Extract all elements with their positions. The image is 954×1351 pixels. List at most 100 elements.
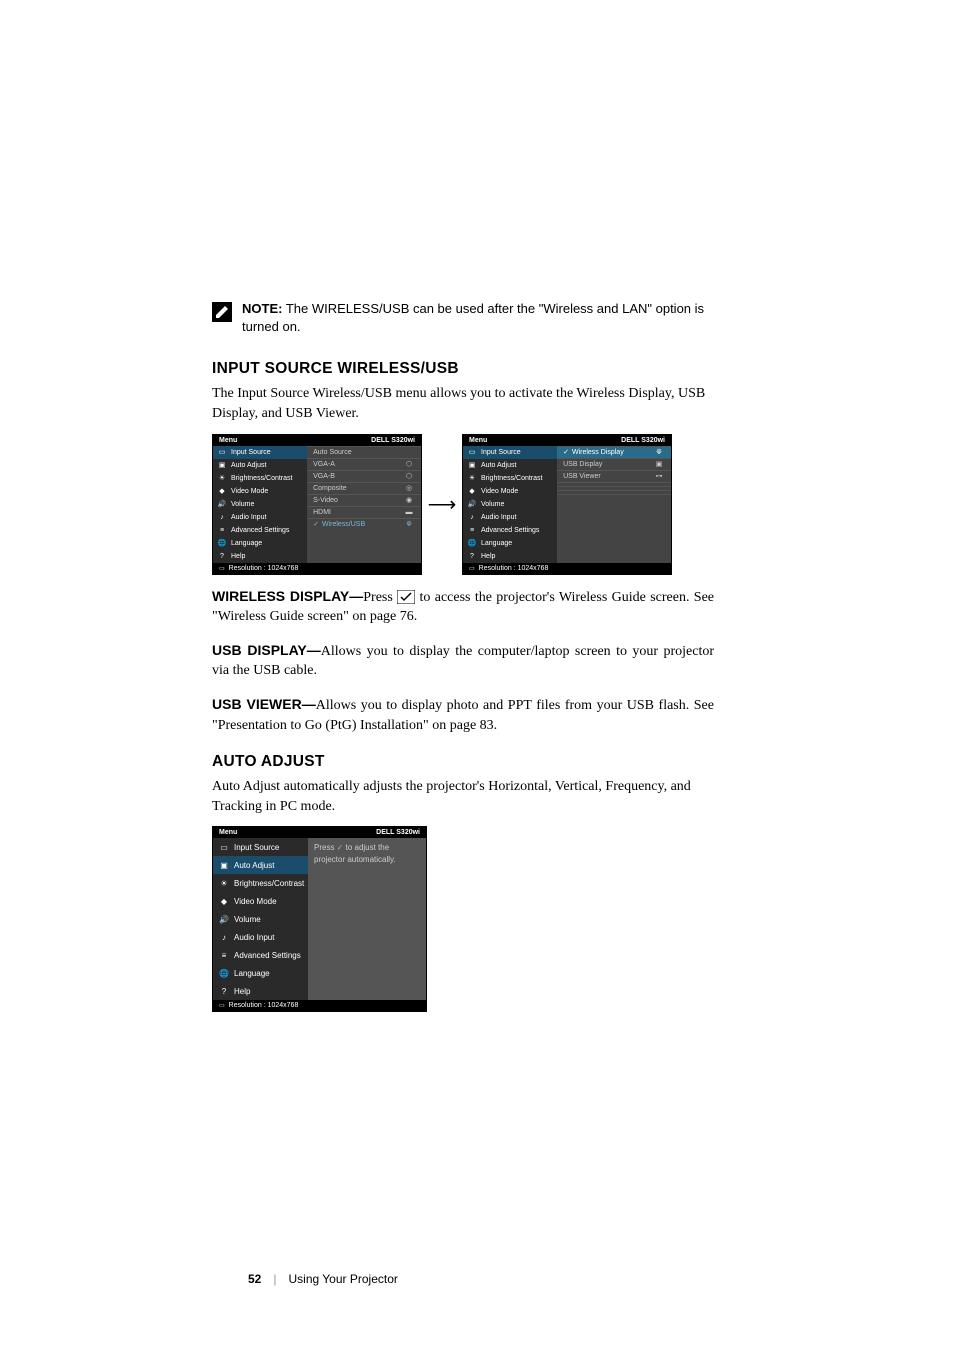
arrow-right-icon: ⟶ — [422, 492, 462, 517]
def-wireless-display: WIRELESS DISPLAY—Press to access the pro… — [212, 587, 714, 627]
osd-menu-auto-adjust: Menu DELL S320wi ▭Input Source ▣Auto Adj… — [212, 826, 427, 1012]
osd-menu-input-source: Menu DELL S320wi ▭Input Source ▣Auto Adj… — [212, 434, 422, 575]
check-button-icon — [397, 590, 415, 604]
pencil-note-icon — [212, 302, 232, 322]
menu-item-help: ?Help — [213, 982, 308, 1000]
option-vga-a: VGA-A⬡ — [307, 458, 421, 470]
wireless-icon: ⟱ — [653, 448, 665, 456]
vga-icon: ⬡ — [403, 460, 415, 468]
menu-model: DELL S320wi — [371, 437, 415, 444]
menu-item-audio-input: ♪Audio Input — [463, 511, 557, 524]
menu-title: Menu — [219, 829, 237, 836]
volume-icon: 🔊 — [218, 913, 230, 925]
menu-model: DELL S320wi — [621, 437, 665, 444]
option-svideo: S-Video◉ — [307, 494, 421, 506]
option-wireless-display: ✓Wireless Display⟱ — [557, 446, 671, 458]
settings-icon: ≡ — [467, 525, 477, 535]
globe-icon: 🌐 — [467, 538, 477, 548]
menu-item-language: 🌐Language — [463, 537, 557, 550]
option-vga-b: VGA-B⬡ — [307, 470, 421, 482]
menu-item-brightness: ☀Brightness/Contrast — [213, 874, 308, 892]
globe-icon: 🌐 — [217, 538, 227, 548]
auto-adjust-instruction: Press ✓ to adjust the projector automati… — [308, 838, 426, 868]
footer-divider: | — [273, 1272, 276, 1286]
audio-icon: ♪ — [467, 512, 477, 522]
option-wireless-usb: ✓Wireless/USB⟱ — [307, 518, 421, 530]
menu-item-input-source: ▭Input Source — [213, 446, 307, 459]
menu-item-input-source: ▭Input Source — [463, 446, 557, 459]
help-icon: ? — [217, 551, 227, 561]
option-hdmi: HDMI▬ — [307, 506, 421, 518]
osd-menu-wireless-usb: Menu DELL S320wi ▭Input Source ▣Auto Adj… — [462, 434, 672, 575]
menu-item-brightness: ☀Brightness/Contrast — [463, 472, 557, 485]
note-text: NOTE: The WIRELESS/USB can be used after… — [242, 300, 714, 336]
menu-footer: ▭Resolution : 1024x768 — [213, 563, 421, 574]
menu-item-advanced: ≡Advanced Settings — [213, 946, 308, 964]
volume-icon: 🔊 — [217, 499, 227, 509]
option-composite: Composite◎ — [307, 482, 421, 494]
adjust-icon: ▣ — [467, 460, 477, 470]
brightness-icon: ☀ — [218, 877, 230, 889]
option-usb-viewer: USB Viewer⊶ — [557, 470, 671, 482]
menu-item-audio-input: ♪Audio Input — [213, 928, 308, 946]
menu-footer: ▭Resolution : 1024x768 — [213, 1000, 426, 1011]
globe-icon: 🌐 — [218, 967, 230, 979]
menu-item-video-mode: ◆Video Mode — [213, 485, 307, 498]
adjust-icon: ▣ — [218, 859, 230, 871]
menu-item-advanced: ≡Advanced Settings — [463, 524, 557, 537]
menu-item-volume: 🔊Volume — [213, 498, 307, 511]
video-icon: ◆ — [218, 895, 230, 907]
menu-title: Menu — [219, 437, 237, 444]
menu-item-auto-adjust: ▣Auto Adjust — [213, 856, 308, 874]
video-icon: ◆ — [467, 486, 477, 496]
help-icon: ? — [218, 985, 230, 997]
menu-item-language: 🌐Language — [213, 537, 307, 550]
menu-item-volume: 🔊Volume — [213, 910, 308, 928]
section-intro-input-source: The Input Source Wireless/USB menu allow… — [212, 384, 714, 423]
audio-icon: ♪ — [217, 512, 227, 522]
input-icon: ▭ — [217, 447, 227, 457]
settings-icon: ≡ — [218, 949, 230, 961]
adjust-icon: ▣ — [217, 460, 227, 470]
video-icon: ◆ — [217, 486, 227, 496]
menu-item-volume: 🔊Volume — [463, 498, 557, 511]
menu-item-help: ?Help — [463, 550, 557, 563]
section-intro-auto-adjust: Auto Adjust automatically adjusts the pr… — [212, 777, 714, 816]
menu-model: DELL S320wi — [376, 829, 420, 836]
hdmi-icon: ▬ — [403, 508, 415, 516]
page-number: 52 — [248, 1272, 261, 1286]
footer-section: Using Your Projector — [288, 1272, 397, 1286]
menu-item-brightness: ☀Brightness/Contrast — [213, 472, 307, 485]
def-usb-display: USB DISPLAY—Allows you to display the co… — [212, 641, 714, 681]
wireless-icon: ⟱ — [403, 520, 415, 528]
svideo-icon: ◉ — [403, 496, 415, 504]
menu-item-language: 🌐Language — [213, 964, 308, 982]
menu-footer: ▭Resolution : 1024x768 — [463, 563, 671, 574]
section-heading-auto-adjust: AUTO ADJUST — [212, 753, 714, 771]
menu-item-video-mode: ◆Video Mode — [463, 485, 557, 498]
page-footer: 52 | Using Your Projector — [248, 1272, 398, 1286]
input-icon: ▭ — [218, 841, 230, 853]
menu-item-advanced: ≡Advanced Settings — [213, 524, 307, 537]
section-heading-input-source: INPUT SOURCE WIRELESS/USB — [212, 360, 714, 378]
menu-item-help: ?Help — [213, 550, 307, 563]
composite-icon: ◎ — [403, 484, 415, 492]
menu-comparison-row: Menu DELL S320wi ▭Input Source ▣Auto Adj… — [212, 434, 714, 575]
brightness-icon: ☀ — [467, 473, 477, 483]
menu-title: Menu — [469, 437, 487, 444]
audio-icon: ♪ — [218, 931, 230, 943]
option-usb-display: USB Display▣ — [557, 458, 671, 470]
menu-item-audio-input: ♪Audio Input — [213, 511, 307, 524]
usb-icon: ⊶ — [653, 472, 665, 480]
input-icon: ▭ — [467, 447, 477, 457]
note-label: NOTE: — [242, 301, 282, 316]
brightness-icon: ☀ — [217, 473, 227, 483]
def-usb-viewer: USB VIEWER—Allows you to display photo a… — [212, 695, 714, 735]
usb-display-icon: ▣ — [653, 460, 665, 468]
help-icon: ? — [467, 551, 477, 561]
settings-icon: ≡ — [217, 525, 227, 535]
menu-item-auto-adjust: ▣Auto Adjust — [213, 459, 307, 472]
volume-icon: 🔊 — [467, 499, 477, 509]
menu-item-input-source: ▭Input Source — [213, 838, 308, 856]
menu-item-auto-adjust: ▣Auto Adjust — [463, 459, 557, 472]
